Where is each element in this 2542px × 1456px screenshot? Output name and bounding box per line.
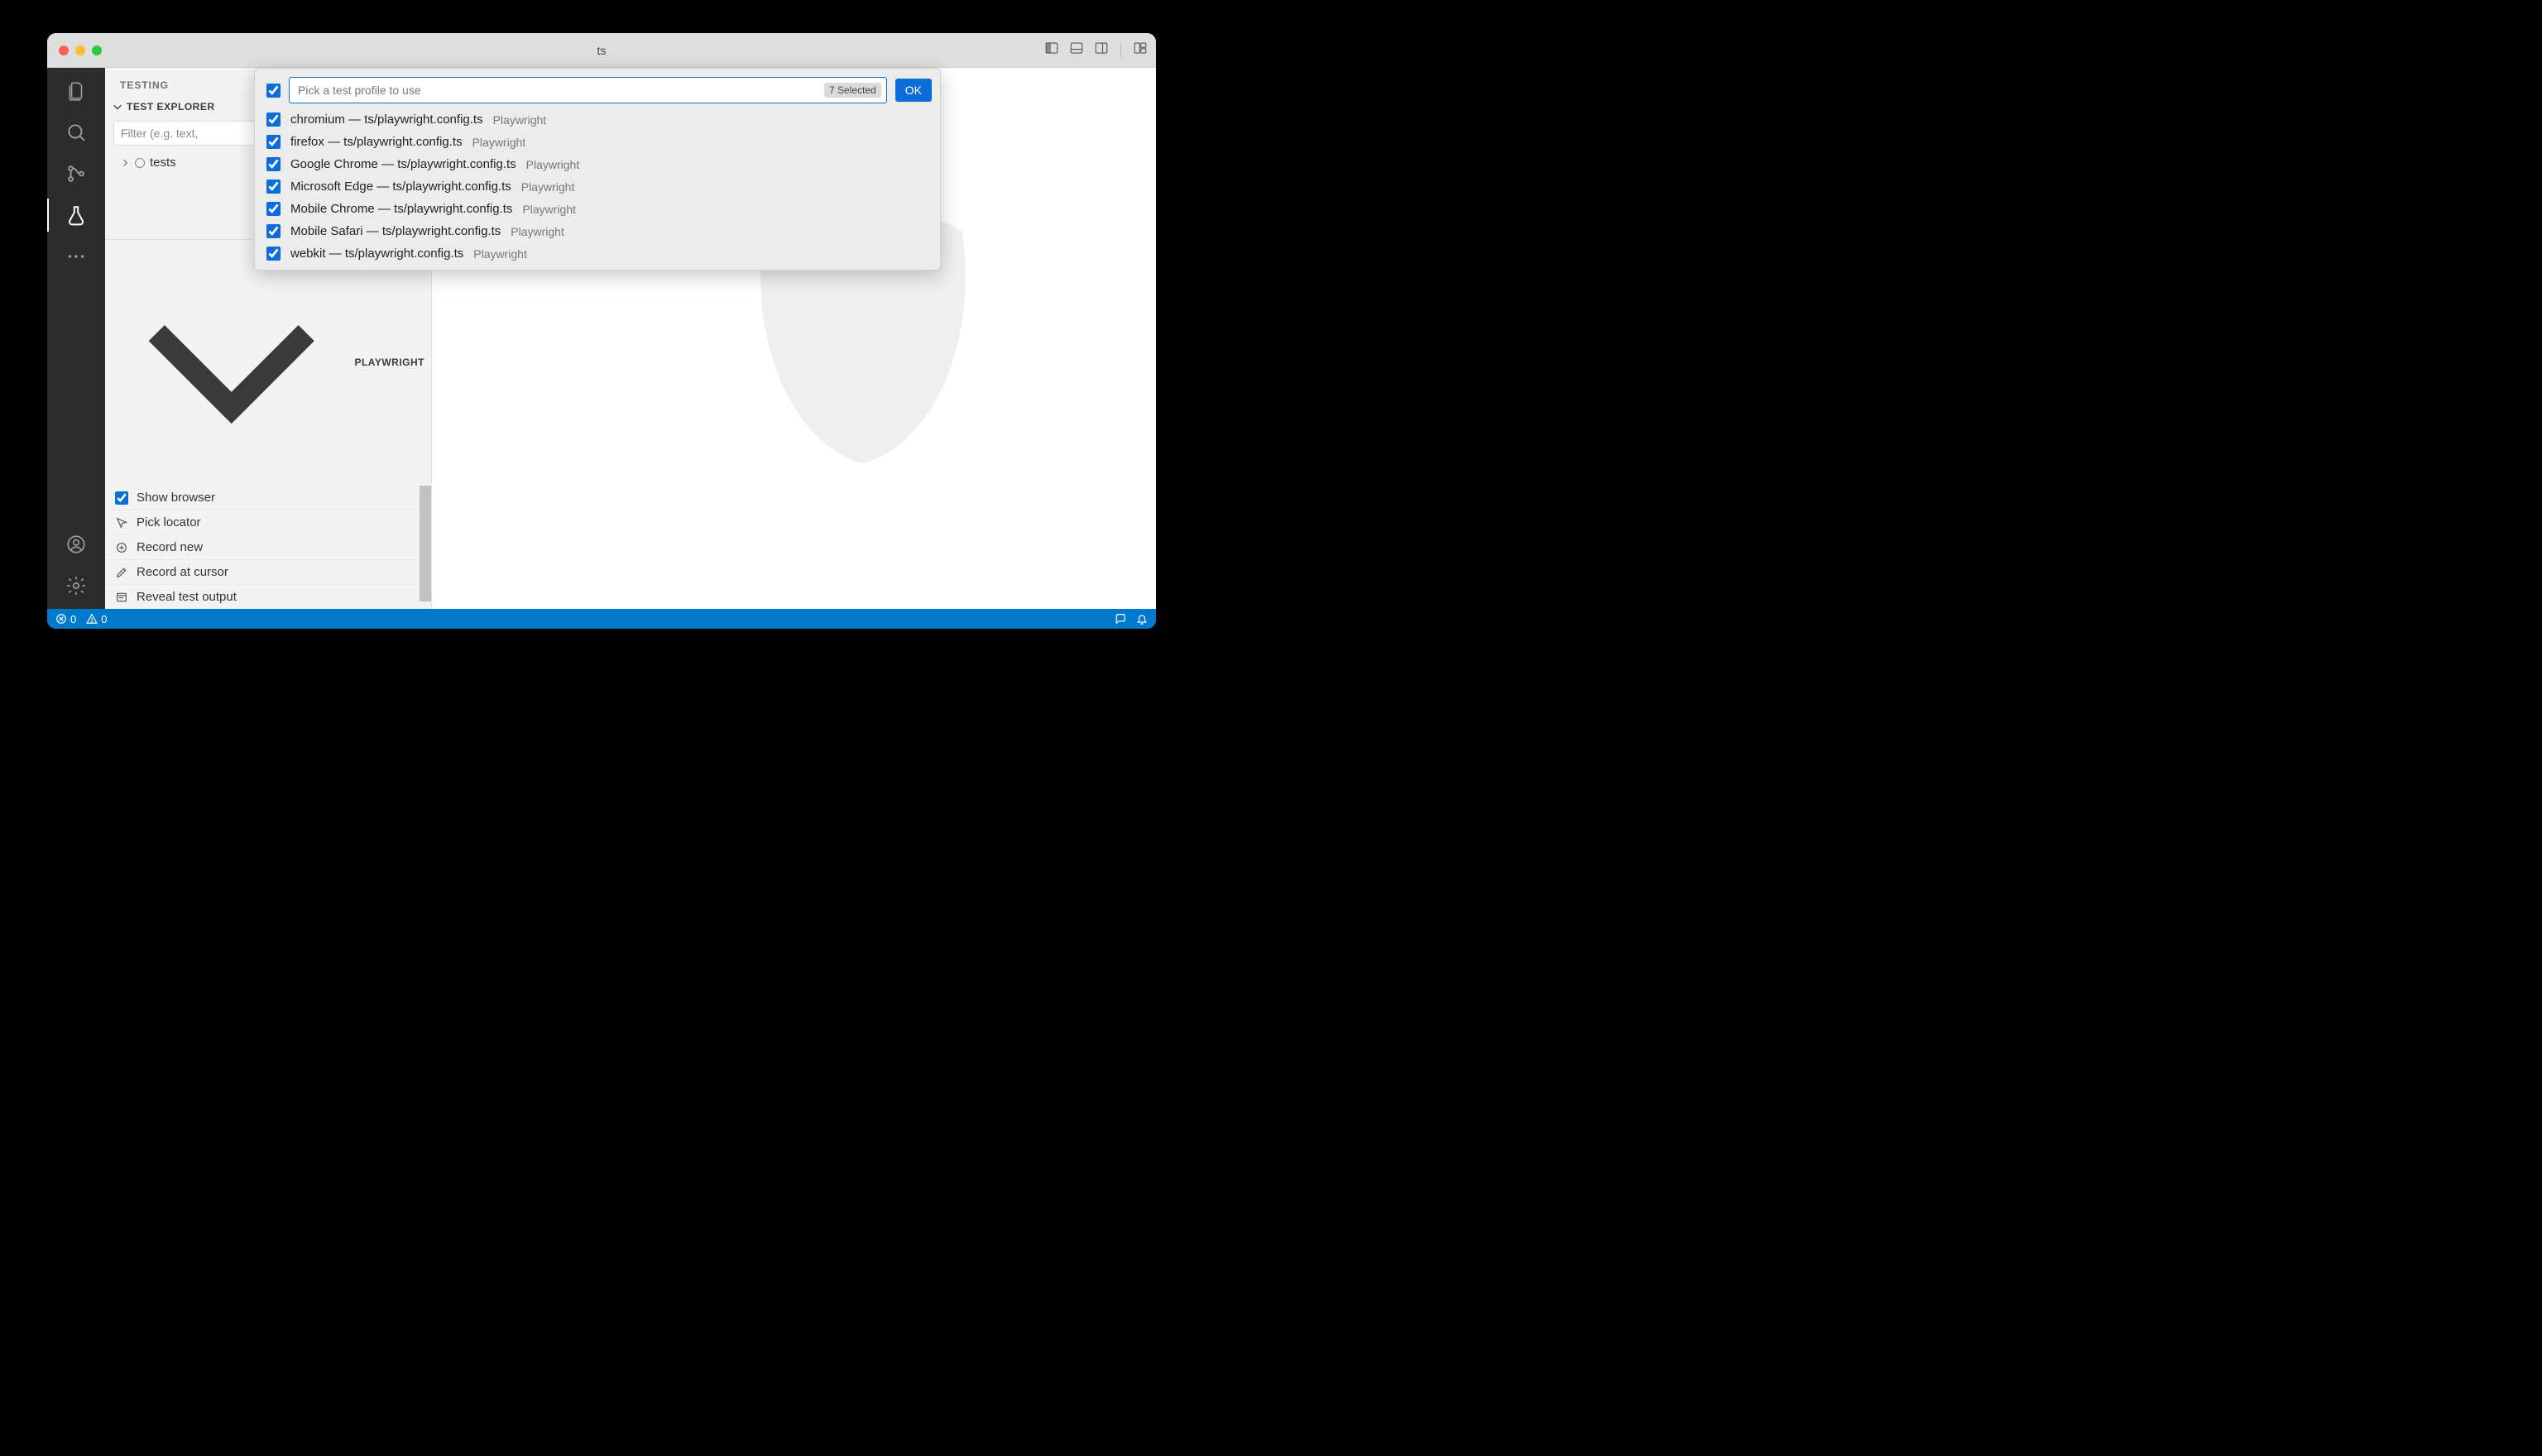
bell-icon bbox=[1136, 613, 1148, 625]
pick-locator-action[interactable]: Pick locator bbox=[105, 510, 431, 534]
test-explorer-title: TEST EXPLORER bbox=[127, 101, 215, 113]
reveal-output-label: Reveal test output bbox=[137, 590, 237, 604]
quickpick-item-desc: Playwright bbox=[526, 158, 580, 171]
scrollbar[interactable] bbox=[420, 486, 431, 601]
more-activity-icon[interactable] bbox=[65, 245, 88, 268]
status-feedback[interactable] bbox=[1115, 613, 1126, 625]
playwright-actions: Show browser Pick locator Record new bbox=[105, 486, 431, 609]
output-icon bbox=[115, 591, 128, 604]
quickpick-list: chromium — ts/playwright.config.ts Playw… bbox=[255, 108, 940, 265]
quickpick-item[interactable]: Mobile Safari — ts/playwright.config.ts … bbox=[255, 220, 940, 242]
select-all-checkbox[interactable] bbox=[266, 84, 281, 98]
customize-layout-icon[interactable] bbox=[1133, 41, 1148, 60]
quickpick-item-desc: Playwright bbox=[493, 113, 547, 127]
quickpick-item[interactable]: Microsoft Edge — ts/playwright.config.ts… bbox=[255, 175, 940, 198]
playwright-section-header[interactable]: PLAYWRIGHT bbox=[105, 239, 431, 486]
status-errors[interactable]: 0 bbox=[55, 613, 76, 625]
record-new-label: Record new bbox=[137, 540, 203, 554]
quickpick-item-checkbox[interactable] bbox=[266, 180, 281, 194]
settings-activity-icon[interactable] bbox=[65, 574, 88, 597]
chevron-down-icon bbox=[112, 101, 123, 113]
accounts-activity-icon[interactable] bbox=[65, 533, 88, 556]
quickpick-item-label: Microsoft Edge — ts/playwright.config.ts bbox=[290, 180, 511, 194]
quickpick-item-label: webkit — ts/playwright.config.ts bbox=[290, 247, 463, 261]
errors-count: 0 bbox=[70, 613, 76, 625]
test-profile-quickpick: Pick a test profile to use 7 Selected OK… bbox=[254, 68, 941, 271]
separator bbox=[1120, 43, 1121, 58]
explorer-activity-icon[interactable] bbox=[65, 79, 88, 103]
quickpick-item-checkbox[interactable] bbox=[266, 135, 281, 149]
quickpick-item-label: Mobile Safari — ts/playwright.config.ts bbox=[290, 224, 501, 238]
reveal-output-action[interactable]: Reveal test output bbox=[105, 584, 431, 609]
show-browser-toggle[interactable]: Show browser bbox=[105, 486, 431, 510]
toggle-primary-sidebar-icon[interactable] bbox=[1044, 41, 1059, 60]
ok-button[interactable]: OK bbox=[895, 79, 932, 102]
warnings-count: 0 bbox=[101, 613, 107, 625]
pencil-icon bbox=[115, 566, 128, 579]
status-warnings[interactable]: 0 bbox=[86, 613, 107, 625]
plus-circle-icon bbox=[115, 541, 128, 554]
record-at-cursor-action[interactable]: Record at cursor bbox=[105, 559, 431, 584]
cursor-icon bbox=[115, 516, 128, 529]
quickpick-item[interactable]: webkit — ts/playwright.config.ts Playwri… bbox=[255, 242, 940, 265]
quickpick-item-checkbox[interactable] bbox=[266, 224, 281, 238]
quickpick-item-desc: Playwright bbox=[511, 225, 564, 238]
quickpick-item[interactable]: firefox — ts/playwright.config.ts Playwr… bbox=[255, 131, 940, 153]
filter-placeholder: Filter (e.g. text, bbox=[121, 127, 198, 140]
playwright-title: PLAYWRIGHT bbox=[354, 357, 424, 368]
test-item-label: tests bbox=[150, 156, 176, 170]
quickpick-item[interactable]: chromium — ts/playwright.config.ts Playw… bbox=[255, 108, 940, 131]
test-status-icon bbox=[135, 158, 145, 168]
source-control-activity-icon[interactable] bbox=[65, 162, 88, 185]
error-icon bbox=[55, 613, 67, 625]
quickpick-item[interactable]: Mobile Chrome — ts/playwright.config.ts … bbox=[255, 198, 940, 220]
quickpick-item-desc: Playwright bbox=[522, 203, 576, 216]
quickpick-item-label: firefox — ts/playwright.config.ts bbox=[290, 135, 463, 149]
status-bar: 0 0 bbox=[47, 609, 1156, 629]
quickpick-item-desc: Playwright bbox=[472, 136, 526, 149]
quickpick-item-label: chromium — ts/playwright.config.ts bbox=[290, 113, 483, 127]
record-new-action[interactable]: Record new bbox=[105, 534, 431, 559]
title-bar-actions bbox=[1044, 41, 1148, 60]
quickpick-item[interactable]: Google Chrome — ts/playwright.config.ts … bbox=[255, 153, 940, 175]
quickpick-placeholder: Pick a test profile to use bbox=[298, 84, 824, 97]
record-at-cursor-label: Record at cursor bbox=[137, 565, 228, 579]
window-title: ts bbox=[47, 44, 1156, 57]
title-bar: ts bbox=[47, 33, 1156, 68]
show-browser-checkbox[interactable] bbox=[115, 491, 128, 505]
feedback-icon bbox=[1115, 613, 1126, 625]
selected-count-badge: 7 Selected bbox=[824, 83, 881, 98]
quickpick-item-label: Mobile Chrome — ts/playwright.config.ts bbox=[290, 202, 512, 216]
quickpick-item-desc: Playwright bbox=[473, 247, 527, 261]
vscode-window: ts TESTING bbox=[47, 33, 1156, 629]
quickpick-item-desc: Playwright bbox=[521, 180, 575, 194]
pick-locator-label: Pick locator bbox=[137, 515, 201, 529]
quickpick-item-checkbox[interactable] bbox=[266, 113, 281, 127]
show-browser-label: Show browser bbox=[137, 491, 215, 505]
quickpick-item-checkbox[interactable] bbox=[266, 202, 281, 216]
quickpick-input[interactable]: Pick a test profile to use 7 Selected bbox=[289, 77, 887, 103]
toggle-secondary-sidebar-icon[interactable] bbox=[1094, 41, 1109, 60]
toggle-panel-icon[interactable] bbox=[1069, 41, 1084, 60]
chevron-right-icon bbox=[120, 158, 130, 168]
status-notifications[interactable] bbox=[1136, 613, 1148, 625]
search-activity-icon[interactable] bbox=[65, 121, 88, 144]
testing-activity-icon[interactable] bbox=[65, 204, 88, 227]
quickpick-item-label: Google Chrome — ts/playwright.config.ts bbox=[290, 157, 516, 171]
quickpick-item-checkbox[interactable] bbox=[266, 247, 281, 261]
activity-bar bbox=[47, 68, 105, 609]
warning-icon bbox=[86, 613, 98, 625]
quickpick-item-checkbox[interactable] bbox=[266, 157, 281, 171]
chevron-down-icon bbox=[112, 243, 351, 482]
